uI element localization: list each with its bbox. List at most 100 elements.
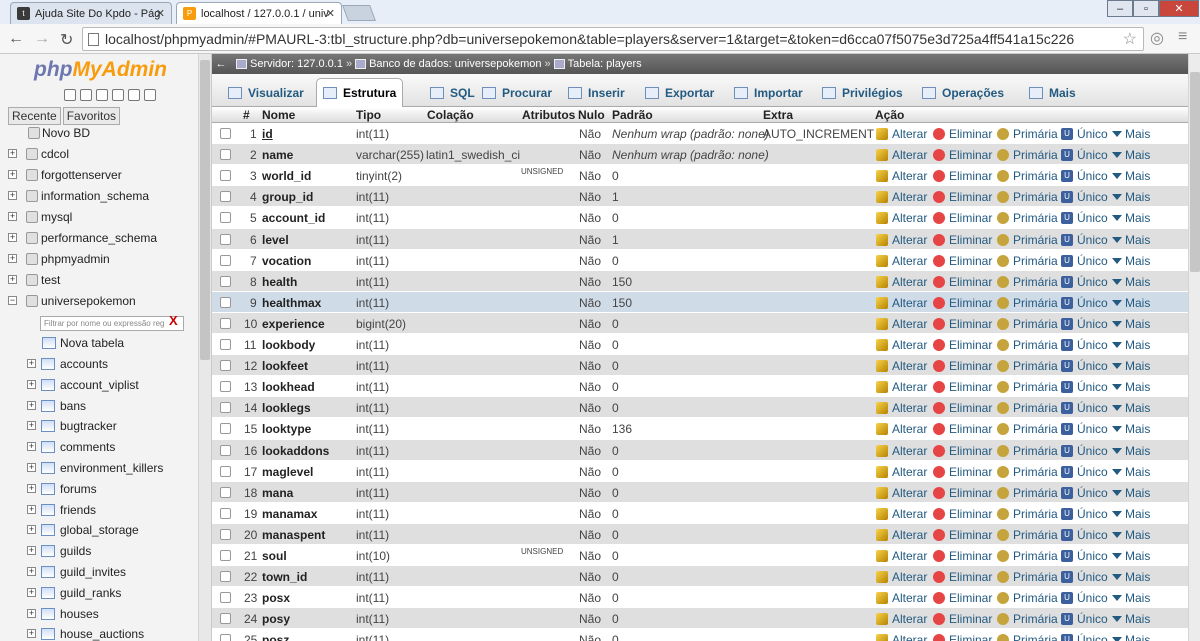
table-row[interactable]: 1 id int(11) Não Nenhum wrap (padrão: none) A…: [212, 123, 1188, 144]
alterar-link[interactable]: Alterar: [876, 570, 927, 584]
column-header[interactable]: Ação: [875, 108, 904, 122]
home-icon[interactable]: [64, 89, 76, 101]
eliminar-link[interactable]: Eliminar: [933, 570, 992, 584]
mais-link[interactable]: Mais: [1112, 549, 1150, 563]
primaria-link[interactable]: Primária: [997, 549, 1058, 563]
primaria-link[interactable]: Primária: [997, 465, 1058, 479]
primaria-link[interactable]: Primária: [997, 401, 1058, 415]
eliminar-link[interactable]: Eliminar: [933, 317, 992, 331]
unico-link[interactable]: U Único: [1061, 338, 1108, 352]
alterar-link[interactable]: Alterar: [876, 317, 927, 331]
phpmyadmin-logo[interactable]: phpMyAdmin: [34, 58, 167, 82]
mais-link[interactable]: Mais: [1112, 401, 1150, 415]
table-row[interactable]: 16 lookaddons int(11) Não 0 Alterar Eliminar Pr…: [212, 439, 1188, 461]
table-row[interactable]: 11 lookbody int(11) Não 0 Alterar Eliminar Prim…: [212, 334, 1188, 355]
primaria-link[interactable]: Primária: [997, 633, 1058, 641]
mais-link[interactable]: Mais: [1112, 233, 1150, 247]
mais-link[interactable]: Mais: [1112, 422, 1150, 436]
alterar-link[interactable]: Alterar: [876, 591, 927, 605]
table-row[interactable]: 18 mana int(11) Não 0 Alterar Eliminar Primária…: [212, 481, 1188, 503]
table-row[interactable]: 10 experience bigint(20) Não 0 Alterar Elimina…: [212, 312, 1188, 334]
tab-estrutura[interactable]: Estrutura: [316, 78, 404, 107]
primaria-link[interactable]: Primária: [997, 486, 1058, 500]
alterar-link[interactable]: Alterar: [876, 254, 927, 268]
primaria-link[interactable]: Primária: [997, 507, 1058, 521]
table-row[interactable]: 14 looklegs int(11) Não 0 Alterar Eliminar Prim…: [212, 397, 1188, 419]
alterar-link[interactable]: Alterar: [876, 444, 927, 458]
tab-exportar[interactable]: Exportar: [639, 78, 720, 107]
primaria-link[interactable]: Primária: [997, 127, 1058, 141]
expand-toggle-icon[interactable]: +: [8, 170, 17, 179]
address-bar[interactable]: localhost/phpmyadmin/#PMAURL-3:tbl_struc…: [82, 27, 1144, 51]
settings-icon[interactable]: [128, 89, 140, 101]
primaria-link[interactable]: Primária: [997, 169, 1058, 183]
unico-link[interactable]: U Único: [1061, 612, 1108, 626]
table-row[interactable]: 20 manaspent int(11) Não 0 Alterar Eliminar Pri…: [212, 523, 1188, 545]
mais-link[interactable]: Mais: [1112, 148, 1150, 162]
main-scrollbar[interactable]: [1188, 54, 1200, 641]
menu-icon[interactable]: ≡: [1178, 28, 1187, 46]
extension-icon[interactable]: ◎: [1150, 28, 1164, 48]
expand-toggle-icon[interactable]: +: [8, 212, 17, 221]
alterar-link[interactable]: Alterar: [876, 148, 927, 162]
table-row[interactable]: 7 vocation int(11) Não 0 Alterar Eliminar Primá…: [212, 249, 1188, 271]
recent-button[interactable]: Recente: [8, 107, 61, 125]
alterar-link[interactable]: Alterar: [876, 359, 927, 373]
expand-toggle-icon[interactable]: +: [8, 191, 17, 200]
expand-toggle-icon[interactable]: +: [27, 463, 36, 472]
tab-procurar[interactable]: Procurar: [476, 78, 558, 107]
row-checkbox[interactable]: [220, 613, 231, 625]
unico-link[interactable]: U Único: [1061, 401, 1108, 415]
eliminar-link[interactable]: Eliminar: [933, 507, 992, 521]
table-row[interactable]: 21 soul int(10) UNSIGNED Não 0 Alterar Eliminar…: [212, 545, 1188, 566]
mais-link[interactable]: Mais: [1112, 275, 1150, 289]
eliminar-link[interactable]: Eliminar: [933, 633, 992, 641]
collapse-arrow-icon[interactable]: ←: [212, 58, 230, 70]
unico-link[interactable]: U Único: [1061, 422, 1108, 436]
tab-inserir[interactable]: Inserir: [562, 78, 631, 107]
tab-operacoes[interactable]: Operações: [916, 78, 1010, 107]
main-scroll-thumb[interactable]: [1190, 72, 1200, 272]
unico-link[interactable]: U Único: [1061, 148, 1108, 162]
eliminar-link[interactable]: Eliminar: [933, 591, 992, 605]
clear-filter-icon[interactable]: X: [169, 313, 178, 328]
row-checkbox[interactable]: [220, 550, 231, 561]
expand-toggle-icon[interactable]: +: [27, 567, 36, 576]
mais-link[interactable]: Mais: [1112, 254, 1150, 268]
mais-link[interactable]: Mais: [1112, 465, 1150, 479]
expand-toggle-icon[interactable]: +: [27, 359, 36, 368]
table-row[interactable]: 13 lookhead int(11) Não 0 Alterar Eliminar Prim…: [212, 376, 1188, 398]
row-checkbox[interactable]: [220, 254, 231, 266]
alterar-link[interactable]: Alterar: [876, 190, 927, 204]
column-header[interactable]: Colação: [427, 108, 474, 122]
expand-toggle-icon[interactable]: −: [8, 296, 17, 305]
eliminar-link[interactable]: Eliminar: [933, 486, 992, 500]
alterar-link[interactable]: Alterar: [876, 612, 927, 626]
row-checkbox[interactable]: [220, 191, 231, 203]
docs-icon[interactable]: [112, 89, 124, 101]
breadcrumb-database[interactable]: Banco de dados: universepokemon: [369, 58, 541, 70]
row-checkbox[interactable]: [220, 149, 231, 161]
expand-toggle-icon[interactable]: +: [27, 608, 36, 618]
primaria-link[interactable]: Primária: [997, 612, 1058, 626]
unico-link[interactable]: U Único: [1061, 528, 1108, 542]
row-checkbox[interactable]: [220, 275, 231, 287]
expand-toggle-icon[interactable]: +: [8, 254, 17, 263]
table-row[interactable]: 12 lookfeet int(11) Não 0 Alterar Eliminar Prim…: [212, 355, 1188, 377]
table-row[interactable]: 4 group_id int(11) Não 1 Alterar Eliminar Primá…: [212, 186, 1188, 208]
unico-link[interactable]: U Único: [1061, 296, 1108, 310]
column-header[interactable]: Padrão: [612, 108, 653, 122]
reload-nav-icon[interactable]: [144, 89, 156, 101]
row-checkbox[interactable]: [220, 317, 231, 329]
expand-toggle-icon[interactable]: +: [27, 546, 36, 556]
alterar-link[interactable]: Alterar: [876, 422, 927, 436]
favorites-button[interactable]: Favoritos: [62, 107, 121, 125]
eliminar-link[interactable]: Eliminar: [933, 422, 992, 436]
table-row[interactable]: 15 looktype int(11) Não 136 Alterar Eliminar Pr…: [212, 418, 1188, 440]
mais-link[interactable]: Mais: [1112, 359, 1150, 373]
unico-link[interactable]: U Único: [1061, 444, 1108, 458]
primaria-link[interactable]: Primária: [997, 296, 1058, 310]
eliminar-link[interactable]: Eliminar: [933, 148, 992, 162]
mais-link[interactable]: Mais: [1112, 127, 1150, 141]
expand-toggle-icon[interactable]: +: [27, 442, 36, 452]
